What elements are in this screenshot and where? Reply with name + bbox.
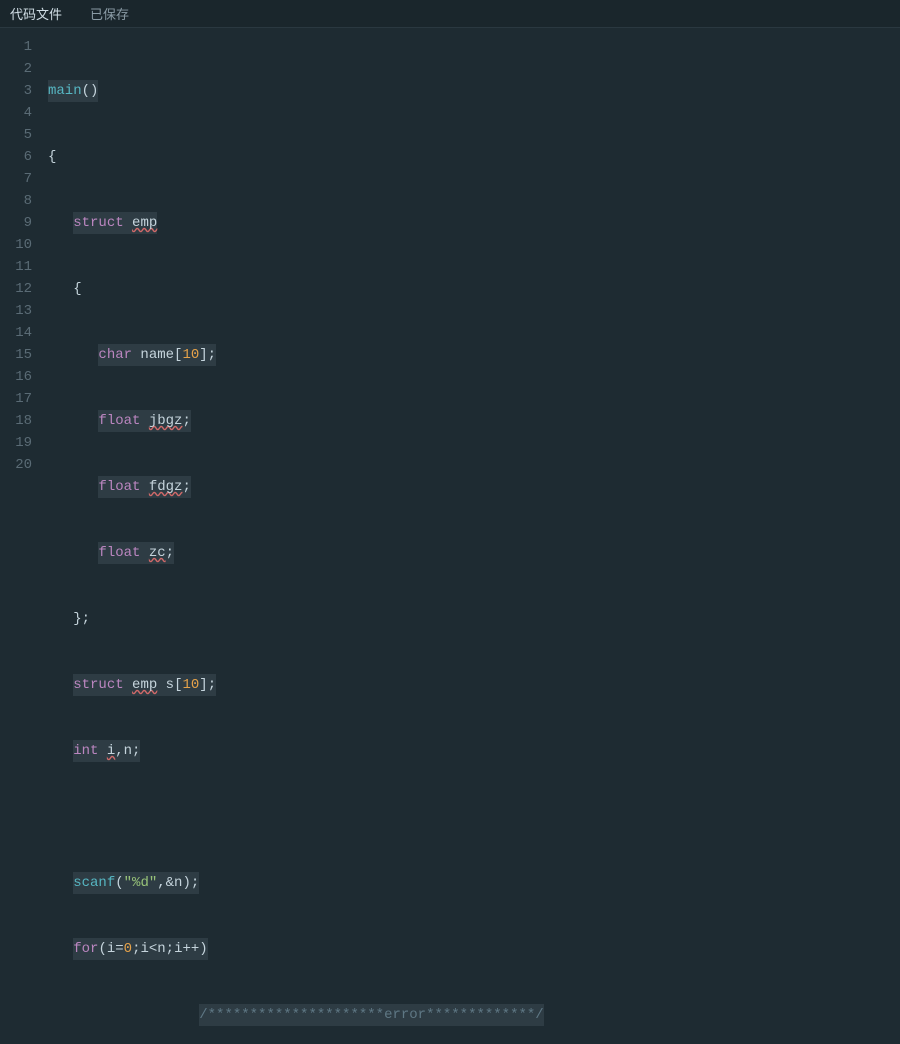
line-number: 19 — [0, 432, 32, 454]
line-number: 7 — [0, 168, 32, 190]
line-number: 11 — [0, 256, 32, 278]
code-line[interactable]: { — [48, 278, 900, 300]
code-line[interactable]: char name[10]; — [48, 344, 900, 366]
code-line[interactable]: int i,n; — [48, 740, 900, 762]
line-number: 12 — [0, 278, 32, 300]
line-number: 1 — [0, 36, 32, 58]
code-line[interactable]: struct emp s[10]; — [48, 674, 900, 696]
code-line[interactable]: struct emp — [48, 212, 900, 234]
code-line[interactable] — [48, 806, 900, 828]
line-number: 2 — [0, 58, 32, 80]
line-number: 14 — [0, 322, 32, 344]
line-number: 8 — [0, 190, 32, 212]
line-number: 13 — [0, 300, 32, 322]
code-line[interactable]: float fdgz; — [48, 476, 900, 498]
tab-bar: 代码文件 已保存 — [0, 0, 900, 28]
code-line[interactable]: float zc; — [48, 542, 900, 564]
code-line[interactable]: { — [48, 146, 900, 168]
line-number: 5 — [0, 124, 32, 146]
line-number-gutter: 1 2 3 4 5 6 7 8 9 10 11 12 13 14 15 16 1… — [0, 28, 42, 522]
line-number: 4 — [0, 102, 32, 124]
code-line[interactable]: /*********************error*************… — [48, 1004, 900, 1026]
line-number: 16 — [0, 366, 32, 388]
line-number: 17 — [0, 388, 32, 410]
line-number: 9 — [0, 212, 32, 234]
line-number: 18 — [0, 410, 32, 432]
tab-code-file[interactable]: 代码文件 — [10, 4, 62, 23]
code-editor[interactable]: 1 2 3 4 5 6 7 8 9 10 11 12 13 14 15 16 1… — [0, 28, 900, 522]
code-line[interactable]: float jbgz; — [48, 410, 900, 432]
line-number: 6 — [0, 146, 32, 168]
tab-saved-status: 已保存 — [90, 4, 129, 23]
line-number: 3 — [0, 80, 32, 102]
code-line[interactable]: scanf("%d",&n); — [48, 872, 900, 894]
code-line[interactable]: for(i=0;i<n;i++) — [48, 938, 900, 960]
line-number: 20 — [0, 454, 32, 476]
code-line[interactable]: main() — [48, 80, 900, 102]
line-number: 10 — [0, 234, 32, 256]
line-number: 15 — [0, 344, 32, 366]
code-area[interactable]: main() { struct emp { char name[10]; flo… — [42, 28, 900, 522]
code-line[interactable]: }; — [48, 608, 900, 630]
